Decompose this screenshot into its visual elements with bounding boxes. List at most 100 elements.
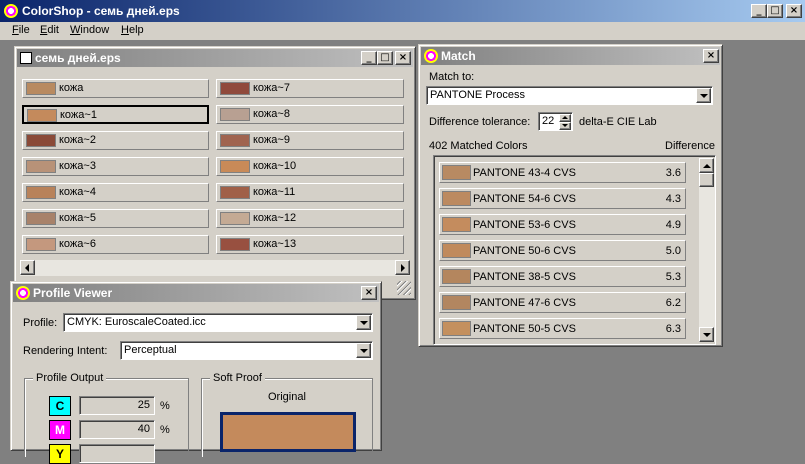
- swatch-item[interactable]: кожа~5: [22, 209, 209, 228]
- spinner-up-icon[interactable]: [559, 114, 571, 122]
- swatch-item[interactable]: кожа~8: [216, 105, 404, 124]
- channel-unit: %: [160, 400, 170, 412]
- swatch-item[interactable]: кожа~6: [22, 235, 209, 254]
- swatch-color: [26, 186, 56, 199]
- swatch-item[interactable]: кожа: [22, 79, 209, 98]
- profile-label: Profile:: [23, 317, 58, 329]
- match-difference: 5.3: [665, 271, 681, 283]
- app-titlebar[interactable]: ColorShop - семь дней.eps _ □ ×: [0, 0, 805, 22]
- match-list[interactable]: PANTONE 43-4 CVS 3.6 PANTONE 54-6 CVS 4.3 PA…: [433, 155, 716, 345]
- channel-c-icon: C: [49, 396, 71, 416]
- maximize-button[interactable]: □: [767, 4, 783, 18]
- match-to-select[interactable]: PANTONE Process: [426, 86, 713, 105]
- doc-close-button[interactable]: ×: [395, 51, 411, 65]
- profile-title: Profile Viewer: [33, 286, 113, 300]
- intent-select[interactable]: Perceptual: [120, 341, 373, 360]
- match-vertical-scrollbar[interactable]: [699, 158, 715, 342]
- tolerance-value: 22: [542, 115, 555, 127]
- match-name: PANTONE 50-6 CVS: [473, 245, 576, 257]
- match-row[interactable]: PANTONE 53-6 CVS 4.9: [439, 214, 686, 235]
- match-difference: 3.6: [665, 167, 681, 179]
- match-to-dropdown-icon[interactable]: [696, 88, 711, 103]
- swatch-item[interactable]: кожа~3: [22, 157, 209, 176]
- intent-dropdown-icon[interactable]: [356, 343, 371, 358]
- profile-logo-icon: [16, 286, 30, 300]
- match-titlebar[interactable]: Match ×: [421, 47, 720, 65]
- tolerance-spinner[interactable]: 22: [538, 112, 573, 131]
- minimize-button[interactable]: _: [751, 4, 767, 18]
- swatch-item[interactable]: кожа~12: [216, 209, 404, 228]
- spinner-down-icon[interactable]: [559, 122, 571, 130]
- match-scroll-up-button[interactable]: [699, 158, 714, 173]
- swatch-item[interactable]: кожа~7: [216, 79, 404, 98]
- match-row[interactable]: PANTONE 38-5 CVS 5.3: [439, 266, 686, 287]
- match-to-label: Match to:: [429, 71, 475, 83]
- match-scroll-thumb[interactable]: [699, 173, 714, 187]
- swatch-item[interactable]: кожа~11: [216, 183, 404, 202]
- menu-window[interactable]: Window: [70, 24, 109, 36]
- swatch-color: [220, 186, 250, 199]
- match-row[interactable]: PANTONE 43-4 CVS 3.6: [439, 162, 686, 183]
- tolerance-label: Difference tolerance:: [429, 116, 531, 128]
- profile-dropdown-icon[interactable]: [356, 315, 371, 330]
- profile-close-button[interactable]: ×: [361, 286, 377, 300]
- swatch-item[interactable]: кожа~1: [22, 105, 209, 124]
- swatch-color: [220, 108, 250, 121]
- match-scroll-down-button[interactable]: [699, 327, 714, 342]
- profile-titlebar[interactable]: Profile Viewer ×: [13, 284, 379, 302]
- swatch-label: кожа: [59, 82, 84, 94]
- channel-value: 40: [79, 420, 155, 439]
- document-icon: [20, 52, 32, 64]
- menu-bar: File Edit Window Help: [0, 22, 805, 41]
- matched-count: 402 Matched Colors: [429, 140, 528, 152]
- original-label: Original: [268, 391, 306, 403]
- swatch-item[interactable]: кожа~4: [22, 183, 209, 202]
- match-row[interactable]: PANTONE 47-6 CVS 6.2: [439, 292, 686, 313]
- doc-horizontal-scrollbar[interactable]: [20, 260, 410, 276]
- match-row[interactable]: PANTONE 50-5 CVS 6.3: [439, 318, 686, 339]
- match-name: PANTONE 54-6 CVS: [473, 193, 576, 205]
- swatch-color: [26, 160, 56, 173]
- resize-grip-icon[interactable]: [397, 281, 411, 295]
- channel-y-icon: Y: [49, 444, 71, 464]
- swatch-item[interactable]: кожа~10: [216, 157, 404, 176]
- scroll-right-button[interactable]: [395, 260, 410, 275]
- swatch-item[interactable]: кожа~2: [22, 131, 209, 150]
- swatch-label: кожа~10: [253, 160, 297, 172]
- app-logo-icon: [4, 4, 18, 18]
- swatch-item[interactable]: кожа~9: [216, 131, 404, 150]
- tolerance-unit: delta-E CIE Lab: [579, 116, 657, 128]
- channel-m-icon: M: [49, 420, 71, 440]
- swatch-color: [26, 238, 56, 251]
- doc-minimize-button[interactable]: _: [361, 51, 377, 65]
- match-row[interactable]: PANTONE 54-6 CVS 4.3: [439, 188, 686, 209]
- match-swatch: [442, 165, 471, 180]
- swatch-label: кожа~6: [59, 238, 96, 250]
- swatch-color: [27, 109, 57, 122]
- original-swatch: [220, 412, 356, 452]
- close-button[interactable]: ×: [786, 4, 802, 18]
- swatch-label: кожа~9: [253, 134, 290, 146]
- profile-viewer-window: Profile Viewer × Profile: CMYK: Euroscal…: [10, 281, 382, 464]
- menu-edit[interactable]: Edit: [40, 24, 59, 36]
- intent-value: Perceptual: [124, 344, 177, 356]
- doc-maximize-button[interactable]: □: [377, 51, 393, 65]
- swatch-item[interactable]: кожа~13: [216, 235, 404, 254]
- swatch-color: [220, 82, 250, 95]
- document-titlebar[interactable]: семь дней.eps _ □ ×: [17, 49, 413, 67]
- menu-edit-rest: dit: [47, 24, 59, 36]
- swatch-color: [220, 134, 250, 147]
- match-close-button[interactable]: ×: [703, 49, 719, 63]
- soft-proof-title: Soft Proof: [210, 372, 265, 384]
- match-name: PANTONE 47-6 CVS: [473, 297, 576, 309]
- match-row[interactable]: PANTONE 50-6 CVS 5.0: [439, 240, 686, 261]
- swatch-color: [26, 134, 56, 147]
- profile-select[interactable]: CMYK: EuroscaleCoated.icc: [63, 313, 373, 332]
- menu-help[interactable]: Help: [121, 24, 144, 36]
- difference-header: Difference: [665, 140, 715, 152]
- menu-file[interactable]: File: [12, 24, 30, 36]
- match-name: PANTONE 38-5 CVS: [473, 271, 576, 283]
- match-to-value: PANTONE Process: [430, 89, 525, 101]
- scroll-left-button[interactable]: [20, 260, 35, 275]
- profile-output-title: Profile Output: [33, 372, 107, 384]
